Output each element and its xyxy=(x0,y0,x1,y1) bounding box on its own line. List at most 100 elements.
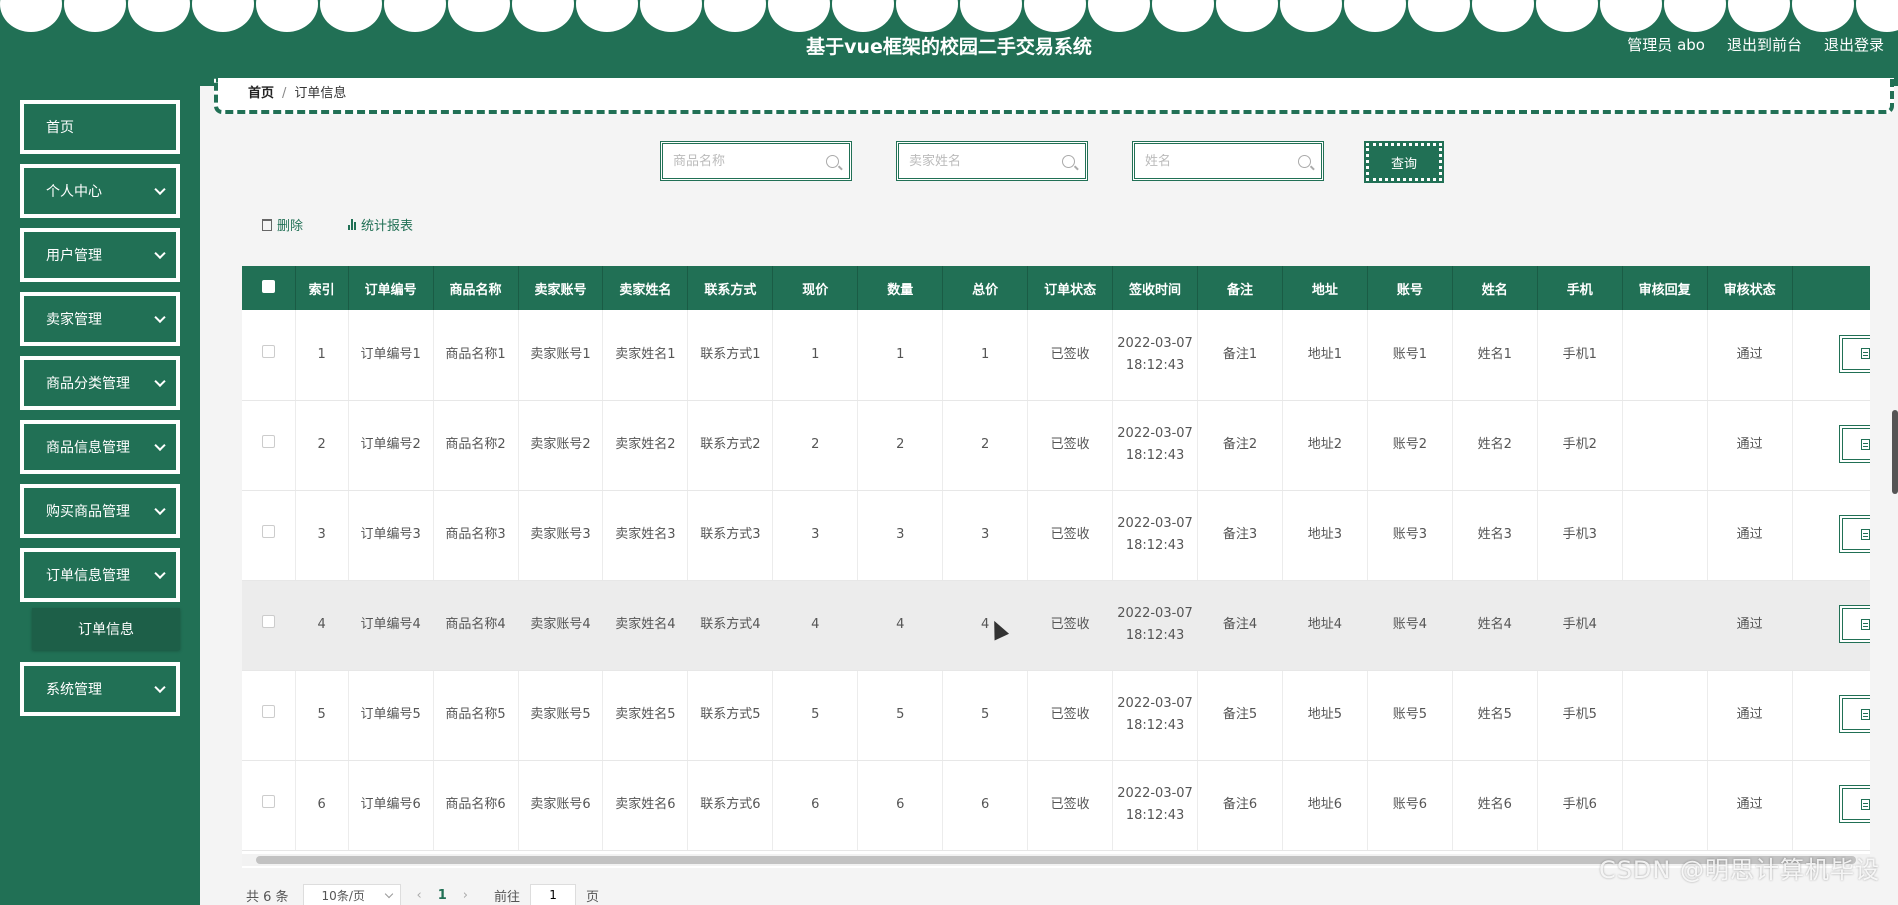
table-cell: 地址3 xyxy=(1282,490,1368,581)
table-cell: 姓名5 xyxy=(1452,670,1538,761)
sidebar-item-label: 系统管理 xyxy=(46,682,102,698)
select-all-checkbox[interactable] xyxy=(261,279,275,293)
order-table-wrapper: 索引 订单编号 商品名称 卖家账号 卖家姓名 联系方式 现价 数量 总价 订单状态 签收时间 备注 地址… xyxy=(242,266,1870,868)
table-cell: 1 xyxy=(857,310,944,401)
table-row[interactable]: 4 订单编号4 商品名称4 卖家账号4 卖家姓名4 联系方式4 4 4 4 已签收 2022-03-… xyxy=(242,580,1870,671)
sidebar-item-seller-management[interactable]: 卖家管理 xyxy=(20,292,180,346)
row-actions: 详情 xyxy=(1792,400,1870,491)
search-icon xyxy=(826,154,839,168)
breadcrumb: 首页 / 订单信息 xyxy=(214,78,1894,114)
query-button[interactable]: 查询 xyxy=(1364,141,1444,183)
row-checkbox[interactable] xyxy=(261,795,275,808)
name-input[interactable] xyxy=(1145,153,1295,169)
scallop-shape xyxy=(0,0,62,32)
table-cell: 已签收 xyxy=(1027,760,1114,851)
table-row[interactable]: 2 订单编号2 商品名称2 卖家账号2 卖家姓名2 联系方式2 2 2 2 已签收 2022-03-… xyxy=(242,400,1870,491)
sidebar-item-product-management[interactable]: 商品信息管理 xyxy=(20,420,180,474)
product-name-search xyxy=(660,141,852,181)
table-header-row: 索引 订单编号 商品名称 卖家账号 卖家姓名 联系方式 现价 数量 总价 订单状态 签收时间 备注 地址… xyxy=(242,266,1870,310)
prev-page-button[interactable]: ‹ xyxy=(411,888,428,903)
detail-button[interactable]: 详情 xyxy=(1839,425,1870,463)
sidebar-item-system-management[interactable]: 系统管理 xyxy=(20,662,180,716)
table-cell: 2022-03-07 18:12:43 xyxy=(1112,580,1199,671)
scallop-shape xyxy=(256,0,318,32)
goto-page-input[interactable] xyxy=(530,884,577,905)
table-row[interactable]: 1 订单编号1 商品名称1 卖家账号1 卖家姓名1 联系方式1 1 1 1 已签收 2022-03-… xyxy=(242,310,1870,401)
scallop-shape xyxy=(960,0,1022,32)
sidebar-item-order-management[interactable]: 订单信息管理 xyxy=(20,548,180,602)
table-cell: 手机5 xyxy=(1537,670,1623,761)
scallop-shape xyxy=(1024,0,1086,32)
table-cell: 卖家账号1 xyxy=(518,310,604,401)
row-actions: 详情 xyxy=(1792,760,1870,851)
detail-button[interactable]: 详情 xyxy=(1839,605,1870,643)
seller-name-input[interactable] xyxy=(909,153,1059,169)
table-cell: 账号6 xyxy=(1367,760,1453,851)
detail-button[interactable]: 详情 xyxy=(1839,695,1870,733)
table-row[interactable]: 6 订单编号6 商品名称6 卖家账号6 卖家姓名6 联系方式6 6 6 6 已签收 2022-03-… xyxy=(242,760,1870,851)
table-cell: 联系方式6 xyxy=(687,760,774,851)
table-cell: 3 xyxy=(942,490,1029,581)
table-cell: 6 xyxy=(942,760,1029,851)
row-checkbox[interactable] xyxy=(261,435,275,448)
sidebar-item-user-management[interactable]: 用户管理 xyxy=(20,228,180,282)
scallop-shape xyxy=(192,0,254,32)
detail-button[interactable]: 详情 xyxy=(1839,785,1870,823)
vertical-scrollbar[interactable] xyxy=(1892,410,1898,494)
logout-link[interactable]: 退出登录 xyxy=(1824,34,1884,55)
table-row[interactable]: 3 订单编号3 商品名称3 卖家账号3 卖家姓名3 联系方式3 3 3 3 已签收 2022-03-… xyxy=(242,490,1870,581)
table-cell: 2022-03-07 18:12:43 xyxy=(1112,490,1199,581)
table-cell: 联系方式3 xyxy=(687,490,774,581)
exit-to-front-link[interactable]: 退出到前台 xyxy=(1727,34,1802,55)
table-cell: 地址6 xyxy=(1282,760,1368,851)
table-cell: 卖家账号5 xyxy=(518,670,604,761)
table-cell: 账号3 xyxy=(1367,490,1453,581)
detail-button[interactable]: 详情 xyxy=(1839,515,1870,553)
sidebar-item-personal-center[interactable]: 个人中心 xyxy=(20,164,180,218)
table-cell: 手机3 xyxy=(1537,490,1623,581)
page-number-current[interactable]: 1 xyxy=(438,888,447,903)
sidebar-item-label: 商品信息管理 xyxy=(46,440,130,456)
table-cell: 2022-03-07 18:12:43 xyxy=(1112,400,1199,491)
detail-button[interactable]: 详情 xyxy=(1839,334,1870,373)
breadcrumb-home[interactable]: 首页 xyxy=(248,86,274,101)
table-row[interactable]: 5 订单编号5 商品名称5 卖家账号5 卖家姓名5 联系方式5 5 5 5 已签收 2022-03-… xyxy=(242,670,1870,761)
scallop-shape xyxy=(704,0,766,32)
scallop-shape xyxy=(1216,0,1278,32)
row-checkbox[interactable] xyxy=(261,705,275,718)
row-checkbox[interactable] xyxy=(261,344,275,358)
scallop-shape xyxy=(384,0,446,32)
sidebar-item-label: 订单信息管理 xyxy=(46,568,130,584)
top-header: 基于vue框架的校园二手交易系统 管理员 abo 退出到前台 退出登录 xyxy=(0,0,1898,86)
table-cell: 5 xyxy=(772,670,859,761)
product-name-input[interactable] xyxy=(673,153,823,169)
table-cell: 1 xyxy=(295,310,349,401)
sidebar-subitem-order-info[interactable]: 订单信息 xyxy=(32,608,180,650)
scallop-shape xyxy=(1152,0,1214,32)
page-size-select[interactable]: 10条/页 xyxy=(302,884,401,905)
table-cell: 备注5 xyxy=(1197,670,1283,761)
table-cell: 通过 xyxy=(1707,670,1793,761)
next-page-button[interactable]: › xyxy=(457,888,474,903)
column-header: 索引 xyxy=(295,266,349,310)
sidebar-item-purchase-management[interactable]: 购买商品管理 xyxy=(20,484,180,538)
sidebar-item-label: 卖家管理 xyxy=(46,312,102,328)
order-table: 索引 订单编号 商品名称 卖家账号 卖家姓名 联系方式 现价 数量 总价 订单状态 签收时间 备注 地址… xyxy=(242,266,1870,851)
scallop-shape xyxy=(320,0,382,32)
table-cell: 备注3 xyxy=(1197,490,1283,581)
chevron-down-icon xyxy=(154,311,166,324)
header-select-all[interactable] xyxy=(242,266,296,310)
trash-icon xyxy=(262,218,272,231)
statistics-report-button[interactable]: 统计报表 xyxy=(348,215,413,234)
scallop-shape xyxy=(576,0,638,32)
row-checkbox[interactable] xyxy=(261,615,275,628)
sidebar-item-home[interactable]: 首页 xyxy=(20,100,180,154)
scallop-shape xyxy=(768,0,830,32)
table-cell: 5 xyxy=(857,670,944,761)
row-checkbox[interactable] xyxy=(261,525,275,538)
delete-button[interactable]: 删除 xyxy=(262,215,303,234)
table-cell: 备注1 xyxy=(1197,310,1283,401)
scallop-shape xyxy=(64,0,126,32)
sidebar-item-category-management[interactable]: 商品分类管理 xyxy=(20,356,180,410)
name-search xyxy=(1132,141,1324,181)
